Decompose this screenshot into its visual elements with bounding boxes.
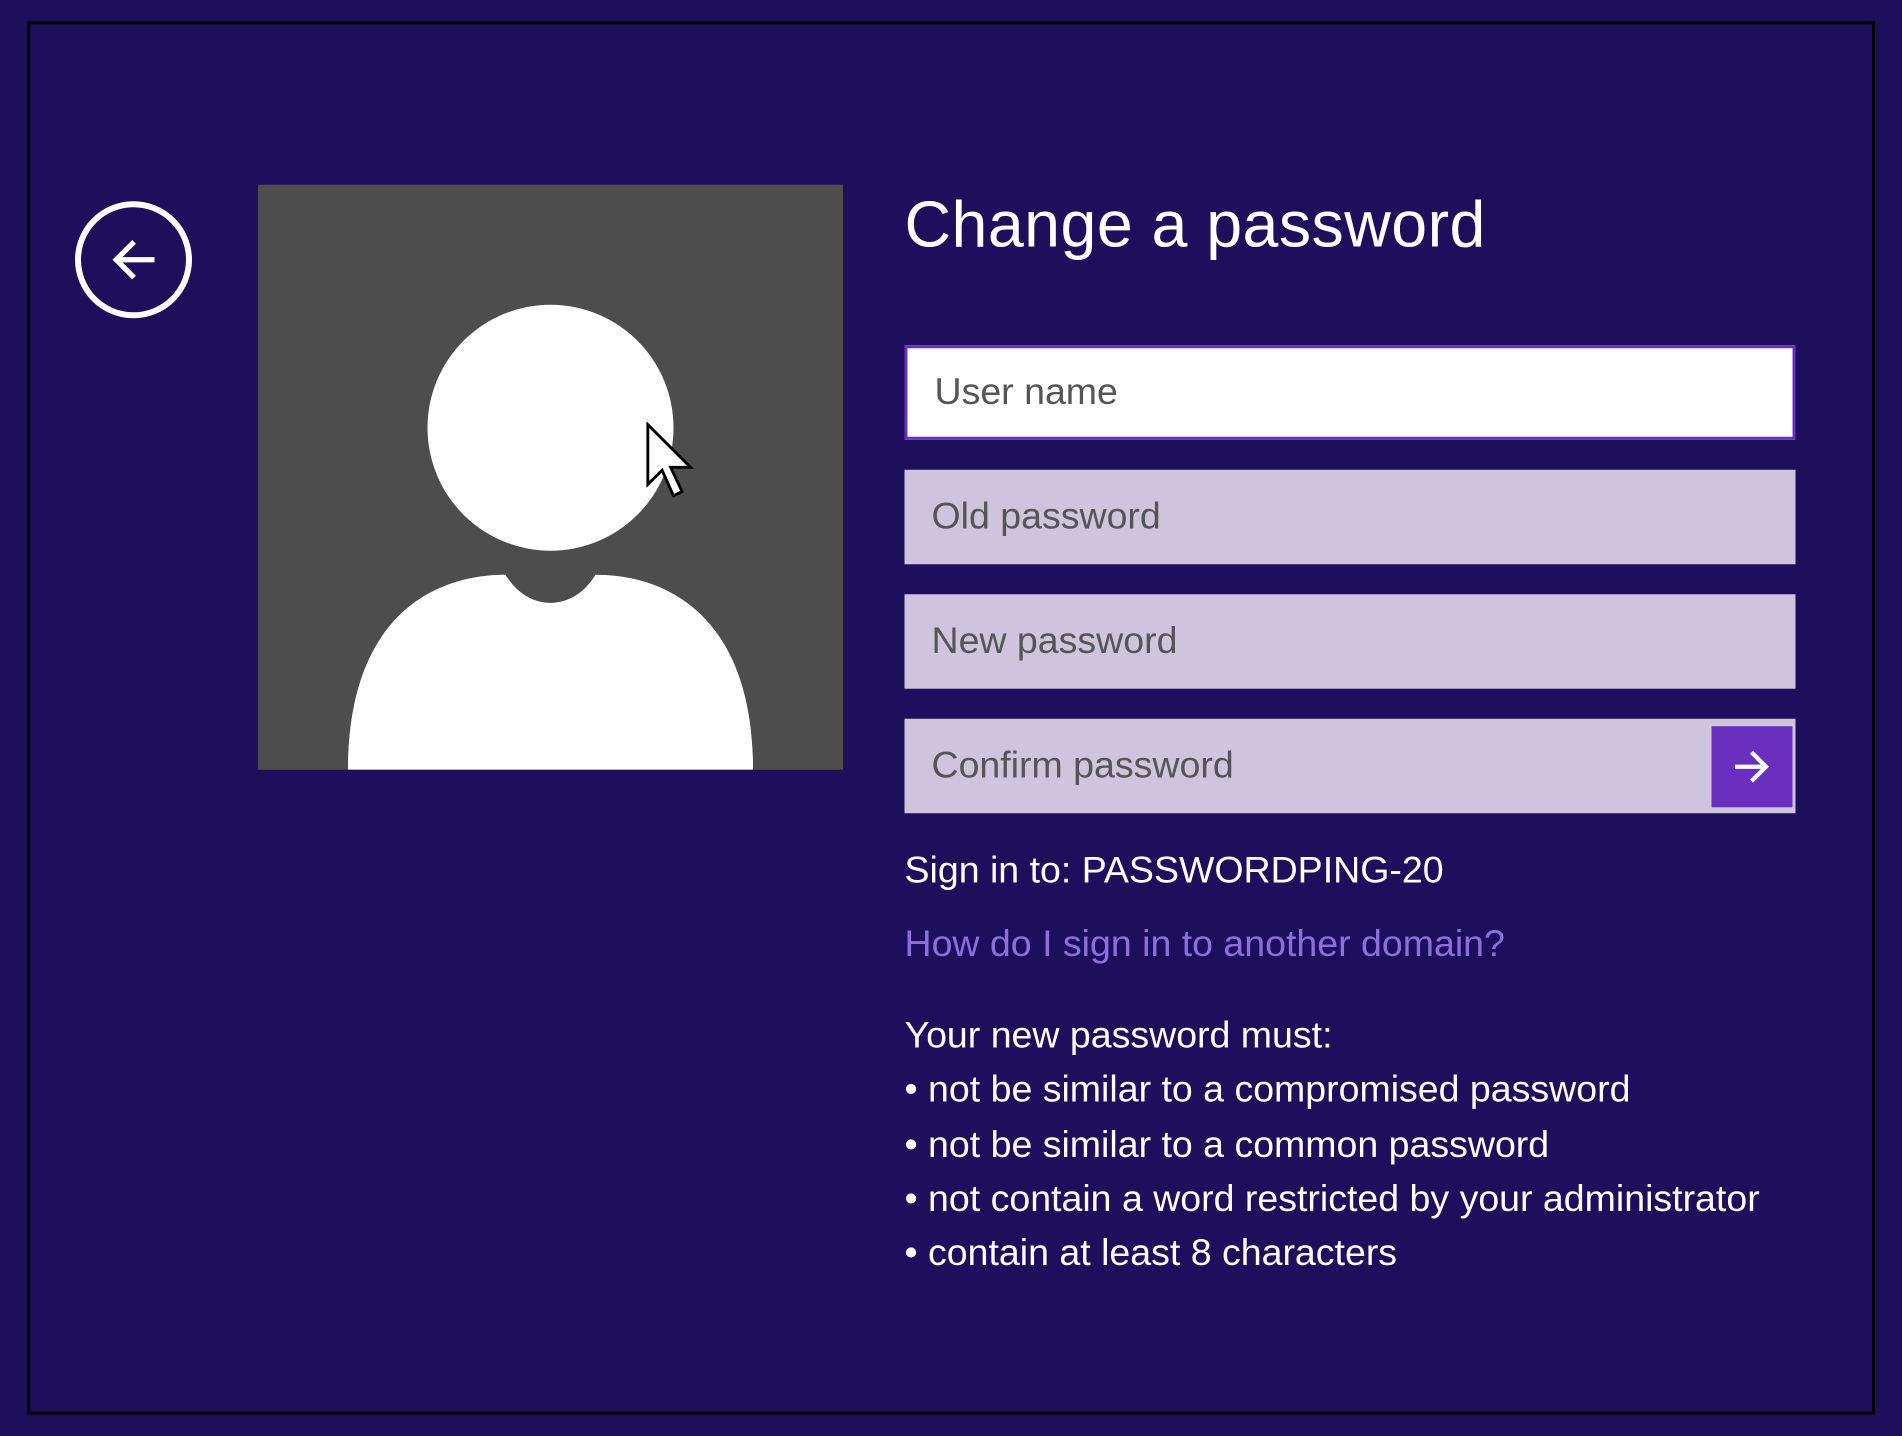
user-silhouette-icon [258, 185, 843, 770]
requirement-item: • not be similar to a common password [905, 1117, 1805, 1171]
another-domain-link[interactable]: How do I sign in to another domain? [905, 923, 1805, 967]
user-avatar [258, 185, 843, 770]
page-title: Change a password [905, 189, 1805, 263]
cursor-icon [645, 422, 702, 500]
signin-to-label: Sign in to: PASSWORDPING-20 [905, 849, 1805, 893]
arrow-right-icon [1727, 741, 1778, 792]
new-password-input[interactable] [905, 594, 1796, 689]
confirm-password-input[interactable] [905, 719, 1796, 814]
password-requirements: Your new password must: • not be similar… [905, 1008, 1805, 1280]
requirement-item: • contain at least 8 characters [905, 1226, 1805, 1280]
requirement-item: • not contain a word restricted by your … [905, 1171, 1805, 1225]
back-button[interactable] [75, 201, 192, 318]
submit-button[interactable] [1712, 726, 1793, 807]
username-input[interactable] [905, 345, 1796, 440]
requirement-item: • not be similar to a compromised passwo… [905, 1063, 1805, 1117]
arrow-left-icon [102, 228, 165, 291]
old-password-input[interactable] [905, 470, 1796, 565]
requirements-heading: Your new password must: [905, 1008, 1805, 1062]
